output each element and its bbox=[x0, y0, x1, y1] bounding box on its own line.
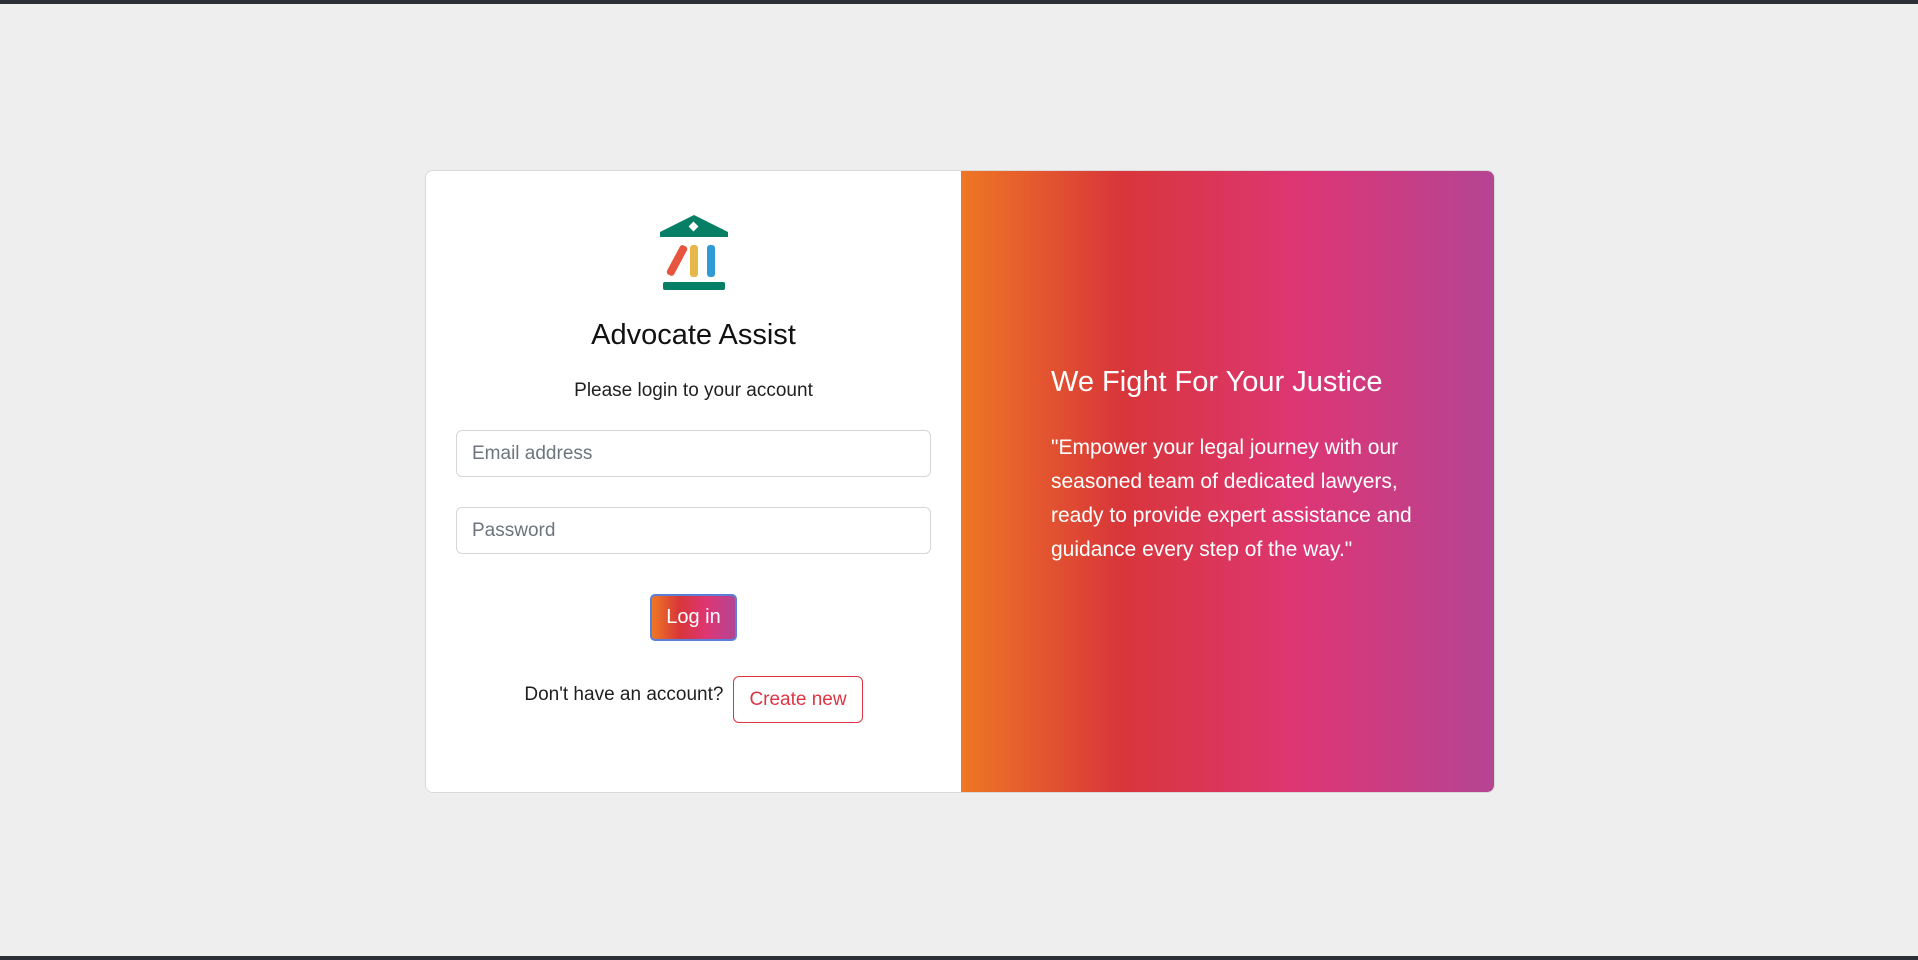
signup-prompt: Don't have an account? bbox=[524, 684, 724, 705]
window-top-border bbox=[0, 0, 1918, 4]
create-account-button[interactable]: Create new bbox=[733, 676, 863, 723]
email-input[interactable] bbox=[456, 430, 931, 477]
courthouse-books-icon bbox=[660, 215, 728, 290]
login-subtitle: Please login to your account bbox=[574, 380, 813, 401]
promo-panel: We Fight For Your Justice "Empower your … bbox=[961, 171, 1494, 792]
window-bottom-border bbox=[0, 956, 1918, 960]
signup-row: Don't have an account? Create new bbox=[426, 676, 961, 723]
promo-headline: We Fight For Your Justice bbox=[1051, 366, 1383, 398]
promo-quote: "Empower your legal journey with our sea… bbox=[1051, 436, 1412, 561]
login-button[interactable]: Log in bbox=[650, 594, 737, 641]
login-panel: Advocate Assist Please login to your acc… bbox=[426, 171, 961, 792]
app-title: Advocate Assist bbox=[591, 319, 796, 351]
password-input[interactable] bbox=[456, 507, 931, 554]
login-card: Advocate Assist Please login to your acc… bbox=[425, 170, 1495, 793]
